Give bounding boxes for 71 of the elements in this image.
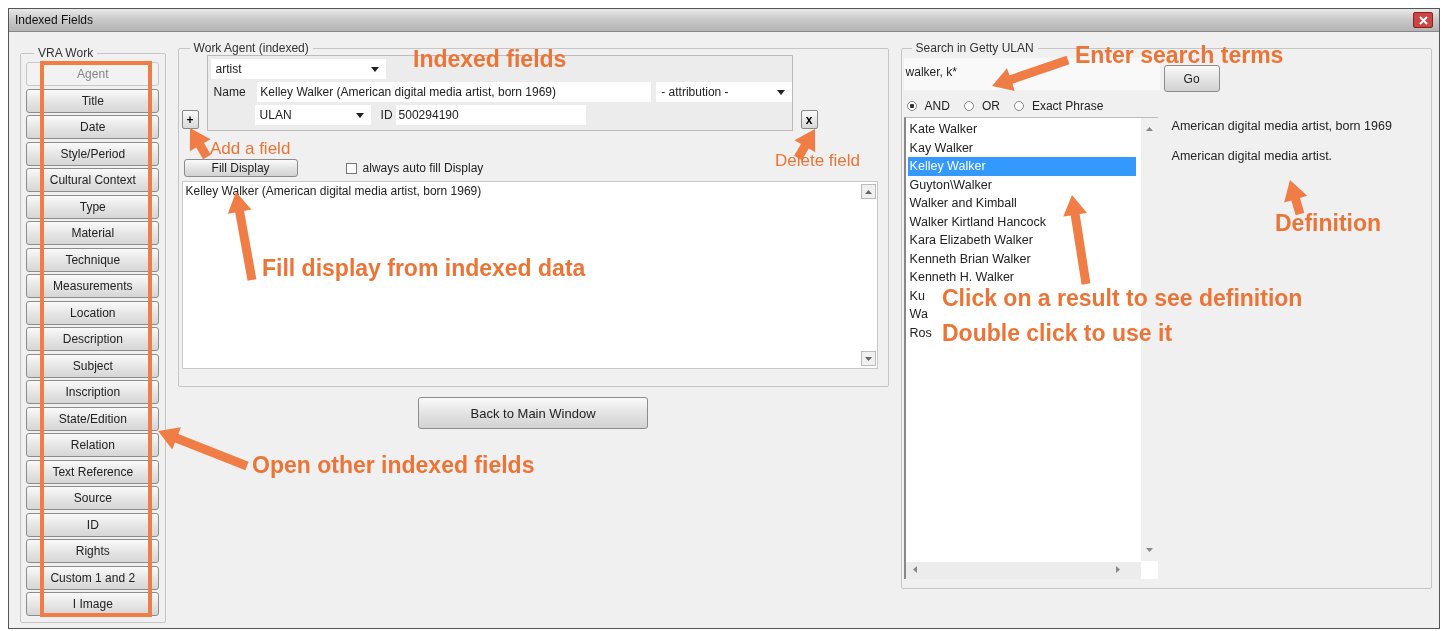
radio-button[interactable] <box>1013 101 1024 111</box>
close-icon[interactable] <box>1413 12 1433 28</box>
group-label: VRA Work <box>37 46 95 60</box>
vocabulary-dropdown[interactable]: ULAN <box>254 105 371 125</box>
definition-text: American digital media artist. <box>1171 149 1334 163</box>
field-button[interactable]: Description <box>26 327 160 351</box>
result-item[interactable]: Wa <box>907 305 930 324</box>
scroll-right-icon[interactable] <box>1115 566 1120 573</box>
field-button[interactable]: Relation <box>26 433 160 457</box>
radio-label: OR <box>981 99 1000 113</box>
result-item[interactable]: Kay Walker <box>907 138 976 157</box>
field-button[interactable]: State/Edition <box>26 406 160 431</box>
checkbox-label: always auto fill Display <box>362 161 484 175</box>
field-button[interactable]: Date <box>26 115 160 139</box>
annotation-text: Click on a result to see definition <box>942 286 1303 312</box>
scroll-down-icon[interactable] <box>1145 548 1153 552</box>
role-dropdown[interactable]: artist <box>210 59 386 79</box>
radio-button[interactable] <box>963 101 974 111</box>
result-item[interactable]: Walker Kirtland Hancock <box>907 212 1048 231</box>
window-title: Indexed Fields <box>15 13 94 27</box>
radio-button[interactable] <box>906 101 917 111</box>
annotation-text: Indexed fields <box>413 47 567 73</box>
delete-button[interactable]: x <box>800 110 818 129</box>
field-button[interactable]: Material <box>26 221 160 245</box>
annotation-text: Definition <box>1275 211 1382 237</box>
field-button[interactable]: Title <box>26 88 160 113</box>
field-button[interactable]: Type <box>26 194 160 219</box>
field-button[interactable]: Text Reference <box>26 459 160 484</box>
result-item[interactable]: Guyton\Walker <box>907 175 994 194</box>
result-item[interactable]: Ku <box>907 286 927 305</box>
scroll-left-icon[interactable] <box>912 566 917 573</box>
result-item[interactable]: Kara Elizabeth Walker <box>907 231 1035 250</box>
annotation-text: Add a field <box>210 140 291 159</box>
annotation-text: Double click to use it <box>942 321 1173 347</box>
scroll-up-icon[interactable] <box>1145 127 1153 131</box>
field-button[interactable]: Location <box>26 300 160 325</box>
checkbox[interactable] <box>345 162 357 174</box>
field-button[interactable]: Style/Period <box>26 141 160 166</box>
field-button[interactable]: Rights <box>26 539 160 563</box>
annotation-arrow <box>189 128 211 160</box>
field-button[interactable]: Measurements <box>26 274 160 298</box>
radio-label: AND <box>924 99 950 113</box>
field-button[interactable]: Custom 1 and 2 <box>26 565 160 590</box>
field-button[interactable]: Inscription <box>26 380 160 404</box>
go-button[interactable]: Go <box>1163 65 1220 92</box>
field-button[interactable]: Technique <box>26 247 160 272</box>
result-item[interactable]: Kenneth Brian Walker <box>907 249 1033 268</box>
group-label: Work Agent (indexed) <box>192 41 310 55</box>
definition-text: American digital media artist, born 1969 <box>1171 119 1392 133</box>
result-item[interactable]: Walker and Kimball <box>907 194 1019 213</box>
name-label: Name <box>212 85 247 99</box>
annotation-text: Open other indexed fields <box>252 453 535 479</box>
result-item[interactable]: Ros <box>907 323 934 342</box>
group-label: Search in Getty ULAN <box>914 41 1035 55</box>
annotation-text: Fill display from indexed data <box>262 256 586 282</box>
radio-label: Exact Phrase <box>1031 99 1104 113</box>
field-button[interactable]: ID <box>26 512 160 537</box>
field-button[interactable]: Source <box>26 486 160 510</box>
id-field[interactable]: 500294190 <box>395 105 586 125</box>
name-field[interactable]: Kelley Walker (American digital media artist, born 1969) <box>257 82 652 102</box>
result-item[interactable]: Kenneth H. Walker <box>907 268 1017 287</box>
horizontal-scrollbar[interactable] <box>905 562 1141 579</box>
id-label: ID <box>379 108 394 122</box>
add-button[interactable]: + <box>181 110 199 129</box>
result-item[interactable]: Kate Walker <box>907 120 980 139</box>
field-button[interactable]: Subject <box>26 353 160 378</box>
fill-display-button[interactable]: Fill Display <box>183 159 298 177</box>
attribution-dropdown[interactable]: - attribution - <box>656 82 792 102</box>
field-button[interactable]: Cultural Context <box>26 168 160 192</box>
annotation-text: Delete field <box>775 152 861 171</box>
back-button[interactable]: Back to Main Window <box>418 397 649 429</box>
